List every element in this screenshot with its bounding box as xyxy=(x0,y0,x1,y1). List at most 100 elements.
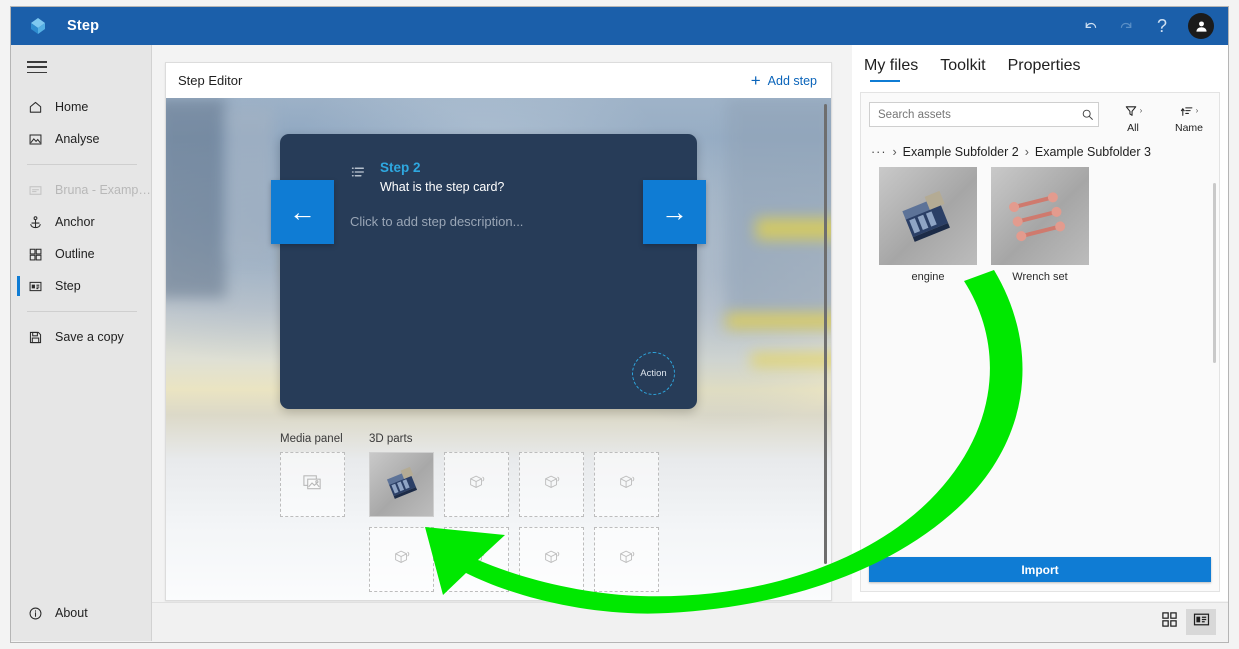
sidebar-item-label: Anchor xyxy=(55,215,95,229)
left-sidebar: Home Analyse Bruna - Example Anchor Outl… xyxy=(11,45,152,641)
step-logo-icon xyxy=(25,13,51,39)
tab-my-files[interactable]: My files xyxy=(864,57,918,82)
breadcrumb-item[interactable]: Example Subfolder 3 xyxy=(1035,145,1151,159)
part-slot-filled[interactable] xyxy=(369,452,434,517)
sidebar-item-anchor[interactable]: Anchor xyxy=(11,206,151,238)
hamburger-menu-icon[interactable] xyxy=(27,59,47,75)
import-area: Import xyxy=(869,557,1211,582)
undo-icon[interactable] xyxy=(1080,15,1100,37)
step-editor-panel: Step Editor + Add step ← → Step 2 What i… xyxy=(165,62,832,601)
cube-placeholder-icon xyxy=(542,547,562,572)
sidebar-item-label: Analyse xyxy=(55,132,100,146)
import-button[interactable]: Import xyxy=(869,557,1211,582)
step-description-placeholder[interactable]: Click to add step description... xyxy=(350,214,523,229)
redo-icon[interactable] xyxy=(1116,15,1136,37)
part-slot-empty[interactable] xyxy=(369,527,434,592)
guide-icon xyxy=(27,182,44,199)
action-label: Action xyxy=(640,368,667,379)
cube-placeholder-icon xyxy=(392,547,412,572)
parts-panel-title: 3D parts xyxy=(369,433,413,445)
grid-view-button[interactable] xyxy=(1154,609,1184,635)
tab-properties[interactable]: Properties xyxy=(1008,57,1081,82)
part-slot-empty[interactable] xyxy=(594,527,659,592)
part-slot-empty[interactable] xyxy=(444,452,509,517)
sidebar-item-label: Outline xyxy=(55,247,95,261)
arrow-left-icon: ← xyxy=(289,196,316,227)
previous-step-button[interactable]: ← xyxy=(271,180,334,244)
card-view-icon xyxy=(1193,611,1210,633)
sidebar-footer: About xyxy=(11,597,151,629)
wrench-set-thumbnail xyxy=(991,167,1089,265)
asset-list: engine Wrench set xyxy=(861,167,1219,283)
part-slot-empty[interactable] xyxy=(444,527,509,592)
step-card-icon xyxy=(27,278,44,295)
background-blur-shape xyxy=(226,108,274,258)
sidebar-item-home[interactable]: Home xyxy=(11,91,151,123)
titlebar-actions: ? xyxy=(1080,13,1214,39)
part-slot-empty[interactable] xyxy=(594,452,659,517)
step-card[interactable]: ← → Step 2 What is the step card? Click … xyxy=(271,134,706,409)
canvas-scrollbar[interactable] xyxy=(824,104,827,564)
search-input[interactable] xyxy=(870,103,1076,126)
app-title: Step xyxy=(67,18,100,34)
next-step-button[interactable]: → xyxy=(643,180,706,244)
right-panel-tabs: My files Toolkit Properties xyxy=(852,45,1228,82)
cube-placeholder-icon xyxy=(467,472,487,497)
sidebar-item-analyse[interactable]: Analyse xyxy=(11,123,151,155)
action-button[interactable]: Action xyxy=(632,352,675,395)
save-icon xyxy=(27,329,44,346)
media-slot-empty[interactable] xyxy=(280,452,345,517)
breadcrumb: ··· › Example Subfolder 2 › Example Subf… xyxy=(861,134,1219,167)
add-step-button[interactable]: + Add step xyxy=(751,72,817,89)
chevron-right-icon: › xyxy=(1195,106,1199,115)
card-view-button[interactable] xyxy=(1186,609,1216,635)
background-blur-shape xyxy=(756,218,831,240)
help-icon[interactable]: ? xyxy=(1152,15,1172,37)
step-title-text[interactable]: What is the step card? xyxy=(380,180,504,194)
breadcrumb-overflow[interactable]: ··· xyxy=(871,145,887,159)
sidebar-item-label: Bruna - Example Gui... xyxy=(55,183,151,197)
engine-thumbnail xyxy=(879,167,977,265)
page-title: Step Editor xyxy=(178,73,243,88)
search-assets-box[interactable] xyxy=(869,102,1099,127)
parts-panel-tray: 3D parts xyxy=(369,433,659,592)
asset-name: Wrench set xyxy=(1012,271,1068,283)
search-icon[interactable] xyxy=(1076,108,1098,121)
part-slot-empty[interactable] xyxy=(519,452,584,517)
asset-item-engine[interactable]: engine xyxy=(879,167,977,283)
cube-placeholder-icon xyxy=(617,547,637,572)
sidebar-divider xyxy=(27,311,137,312)
sort-button[interactable]: › Name xyxy=(1167,102,1211,134)
sidebar-item-save-a-copy[interactable]: Save a copy xyxy=(11,321,151,353)
analyse-image-icon xyxy=(27,131,44,148)
editor-canvas[interactable]: ← → Step 2 What is the step card? Click … xyxy=(166,98,831,600)
cube-placeholder-icon xyxy=(542,472,562,497)
sidebar-item-outline[interactable]: Outline xyxy=(11,238,151,270)
bottom-bar xyxy=(152,602,1228,641)
sidebar-item-label: Step xyxy=(55,279,81,293)
assets-scrollbar[interactable] xyxy=(1213,183,1216,363)
user-avatar-icon[interactable] xyxy=(1188,13,1214,39)
home-icon xyxy=(27,99,44,116)
ordered-list-icon xyxy=(350,164,368,194)
sidebar-item-step[interactable]: Step xyxy=(11,270,151,302)
step-number-label: Step 2 xyxy=(380,160,421,175)
asset-trays: Media panel 3D parts xyxy=(280,433,659,592)
sidebar-item-label: About xyxy=(55,606,88,620)
part-slot-empty[interactable] xyxy=(519,527,584,592)
filter-button[interactable]: › All xyxy=(1111,102,1155,134)
my-files-panel: › All › Name ··· › xyxy=(860,92,1220,592)
sidebar-divider xyxy=(27,164,137,165)
plus-icon: + xyxy=(750,71,761,90)
tab-toolkit[interactable]: Toolkit xyxy=(940,57,985,82)
breadcrumb-item[interactable]: Example Subfolder 2 xyxy=(903,145,1019,159)
breadcrumb-separator: › xyxy=(892,145,897,159)
sidebar-item-about[interactable]: About xyxy=(11,597,151,629)
image-placeholder-icon xyxy=(302,472,323,498)
asset-item-wrench-set[interactable]: Wrench set xyxy=(991,167,1089,283)
background-blur-shape xyxy=(726,98,831,328)
media-panel-title: Media panel xyxy=(280,433,343,445)
filter-icon: › xyxy=(1124,102,1142,119)
sort-label: Name xyxy=(1174,122,1203,134)
right-panel: My files Toolkit Properties Search asset… xyxy=(852,45,1228,601)
